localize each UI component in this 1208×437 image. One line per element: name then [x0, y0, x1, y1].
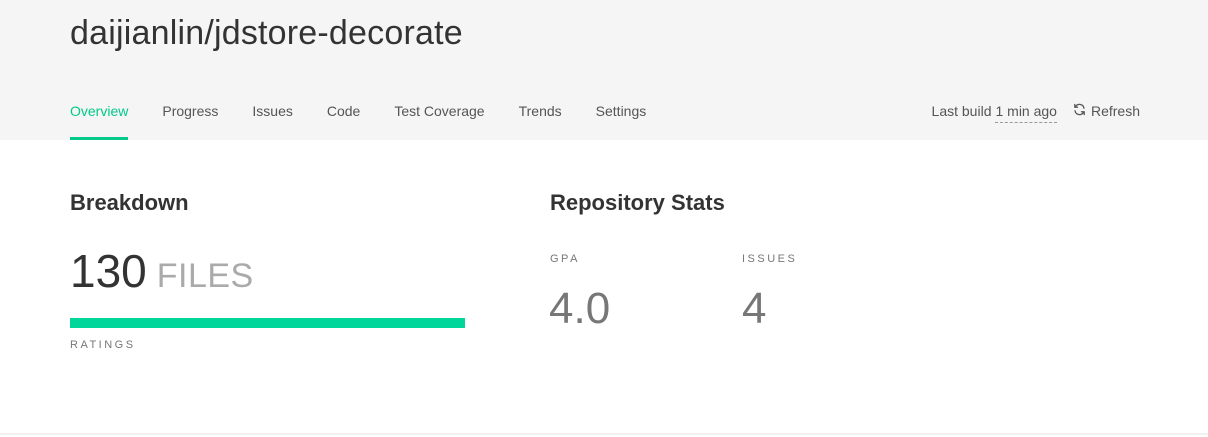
build-info: Last build 1 min ago Refresh [932, 100, 1140, 124]
refresh-label: Refresh [1090, 103, 1140, 119]
file-count-unit: FILES [156, 257, 254, 295]
repo-header: daijianlin/jdstore-decorate Overview Pro… [0, 0, 1208, 140]
tab-overview[interactable]: Overview [70, 100, 129, 140]
ratings-bar-fill [70, 318, 465, 328]
divider [0, 433, 1208, 435]
tab-trends[interactable]: Trends [519, 100, 562, 140]
tab-test-coverage[interactable]: Test Coverage [394, 100, 484, 140]
refresh-icon [1073, 103, 1091, 119]
tab-bar: Overview Progress Issues Code Test Cover… [70, 100, 680, 140]
issues-value[interactable]: 4 [742, 284, 766, 334]
tab-progress[interactable]: Progress [162, 100, 218, 140]
breakdown-title: Breakdown [70, 190, 189, 215]
gpa-label: GPA [550, 253, 580, 265]
file-count-number: 130 [70, 245, 147, 297]
issues-label: ISSUES [742, 253, 798, 265]
last-build-label: Last build [931, 103, 992, 119]
repository-stats-title: Repository Stats [550, 190, 725, 215]
tab-issues[interactable]: Issues [252, 100, 292, 140]
refresh-button[interactable]: Refresh [1073, 100, 1140, 122]
ratings-bar[interactable] [70, 318, 465, 328]
last-build-time[interactable]: 1 min ago [995, 100, 1057, 123]
file-count: 130 FILES [70, 244, 254, 298]
repo-title[interactable]: daijianlin/jdstore-decorate [70, 14, 463, 53]
ratings-label: RATINGS [70, 339, 136, 351]
tab-settings[interactable]: Settings [596, 100, 647, 140]
gpa-value: 4.0 [549, 284, 611, 333]
tab-code[interactable]: Code [327, 100, 360, 140]
